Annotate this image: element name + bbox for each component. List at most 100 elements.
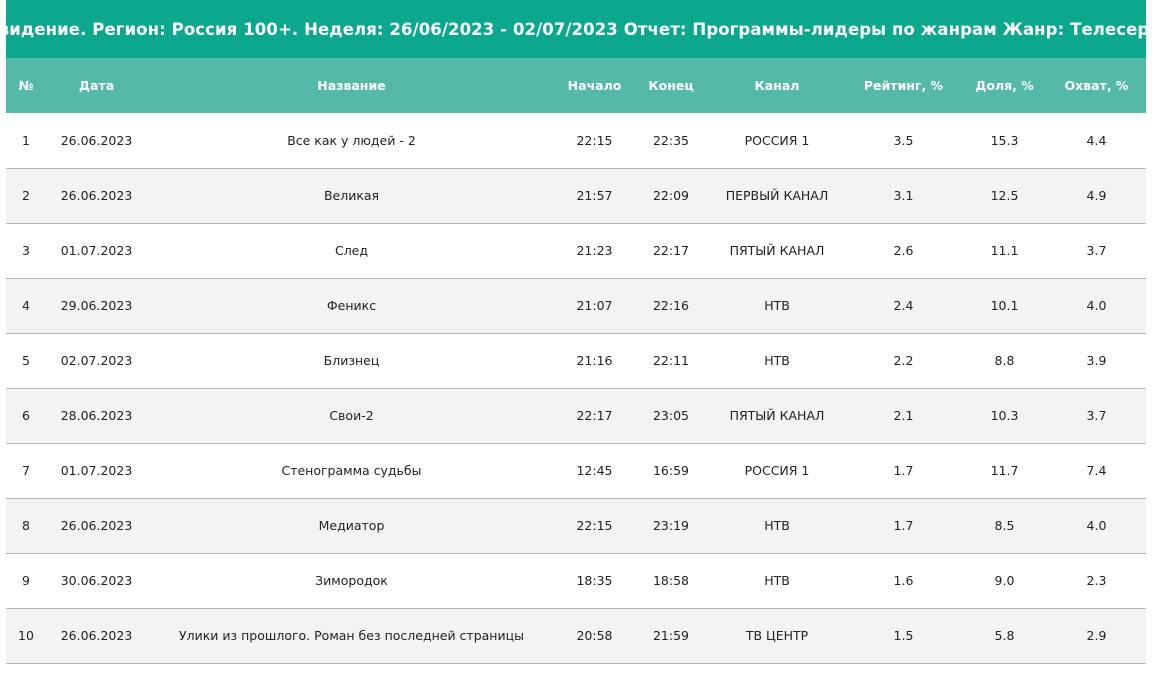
header-col-rating[interactable]: Рейтинг, % bbox=[845, 58, 962, 113]
cell-col-start: 22:17 bbox=[576, 408, 613, 423]
table-row: 7 01.07.2023 Стенограмма судьбы 12:45 16:59 Р… bbox=[6, 443, 1146, 498]
table-row: 5 02.07.2023 Близнец 21:16 22:11 НТВ 2.2 8.8 3.9 bbox=[6, 333, 1146, 388]
cell-col-number: 6 bbox=[22, 408, 30, 423]
header-col-channel[interactable]: Канал bbox=[709, 58, 845, 113]
cell-col-name: Феникс bbox=[326, 298, 377, 313]
cell-col-channel: НТВ bbox=[764, 353, 790, 368]
cell-col-start: 21:16 bbox=[576, 353, 613, 368]
cell-col-channel: РОССИЯ 1 bbox=[744, 463, 810, 478]
cell-col-date: 28.06.2023 bbox=[60, 408, 133, 423]
header-col-name[interactable]: Название bbox=[147, 58, 556, 113]
cell-col-name: Великая bbox=[323, 188, 380, 203]
table-row: 10 26.06.2023 Улики из прошлого. Роман без… bbox=[6, 608, 1146, 663]
table-row: 1 26.06.2023 Все как у людей - 2 22:15 22:35… bbox=[6, 113, 1146, 168]
cell-col-reach: 3.9 bbox=[1086, 353, 1107, 368]
cell-col-start: 21:23 bbox=[576, 243, 613, 258]
cell-col-end: 16:59 bbox=[652, 463, 690, 478]
cell-col-end: 18:58 bbox=[652, 573, 690, 588]
cell-col-number: 7 bbox=[22, 463, 30, 478]
report-panel: Телевидение. Регион: Россия 100+. Неделя… bbox=[0, 0, 1165, 664]
header-col-start[interactable]: Начало bbox=[556, 58, 633, 113]
cell-col-number: 3 bbox=[22, 243, 30, 258]
cell-col-reach: 7.4 bbox=[1086, 463, 1107, 478]
cell-col-date: 30.06.2023 bbox=[60, 573, 133, 588]
cell-col-channel: ПЯТЫЙ КАНАЛ bbox=[729, 243, 825, 258]
cell-col-share: 12.5 bbox=[990, 188, 1019, 203]
header-row: № Дата Название Начало Конец Канал Рейтинг, % Д… bbox=[6, 58, 1146, 113]
cell-col-end: 22:16 bbox=[652, 298, 690, 313]
report-title: Телевидение. Регион: Россия 100+. Неделя… bbox=[0, 0, 1165, 58]
table-header: № Дата Название Начало Конец Канал Рейтинг, % Д… bbox=[6, 58, 1146, 113]
cell-col-date: 01.07.2023 bbox=[60, 463, 133, 478]
cell-col-rating: 3.5 bbox=[893, 132, 914, 148]
cell-col-end: 23:19 bbox=[652, 518, 690, 533]
cell-col-start: 20:58 bbox=[576, 628, 613, 643]
header-col-reach[interactable]: Охват, % bbox=[1047, 58, 1146, 113]
cell-col-number: 2 bbox=[22, 188, 30, 203]
header-col-end[interactable]: Конец bbox=[633, 58, 709, 113]
cell-col-reach: 2.9 bbox=[1086, 628, 1107, 643]
cell-col-name: Стенограмма судьбы bbox=[281, 463, 422, 478]
table-row: 2 26.06.2023 Великая 21:57 22:09 ПЕРВЫЙ КАНАЛ… bbox=[6, 168, 1146, 223]
cell-col-share: 5.8 bbox=[994, 628, 1015, 643]
table-row: 9 30.06.2023 Зимородок 18:35 18:58 НТВ 1.6 9.0 2… bbox=[6, 553, 1146, 608]
cell-col-name: Все как у людей - 2 bbox=[287, 132, 416, 148]
cell-col-channel: ПЕРВЫЙ КАНАЛ bbox=[725, 188, 829, 203]
cell-col-start: 18:35 bbox=[576, 573, 613, 588]
cell-col-number: 9 bbox=[22, 573, 30, 588]
cell-col-start: 22:15 bbox=[576, 132, 613, 148]
cell-col-date: 01.07.2023 bbox=[60, 243, 133, 258]
cell-col-name: Свои-2 bbox=[329, 408, 374, 423]
cell-col-end: 23:05 bbox=[652, 408, 690, 423]
cell-col-name: Медиатор bbox=[318, 518, 385, 533]
cell-col-number: 4 bbox=[22, 298, 30, 313]
table-body: 1 26.06.2023 Все как у людей - 2 22:15 22:35… bbox=[6, 113, 1146, 663]
cell-col-share: 8.5 bbox=[994, 518, 1015, 533]
cell-col-channel: НТВ bbox=[764, 573, 790, 588]
cell-col-channel: ТВ ЦЕНТР bbox=[745, 628, 809, 643]
cell-col-date: 02.07.2023 bbox=[60, 353, 133, 368]
cell-col-number: 5 bbox=[22, 353, 30, 368]
header-col-number[interactable]: № bbox=[6, 58, 46, 113]
cell-col-reach: 3.7 bbox=[1086, 408, 1107, 423]
cell-col-reach: 3.7 bbox=[1086, 243, 1107, 258]
cell-col-end: 22:35 bbox=[652, 132, 690, 148]
leaders-table: № Дата Название Начало Конец Канал Рейтинг, % Д… bbox=[6, 58, 1146, 664]
cell-col-share: 9.0 bbox=[994, 573, 1015, 588]
cell-col-reach: 2.3 bbox=[1086, 573, 1107, 588]
cell-col-rating: 2.2 bbox=[893, 353, 914, 368]
cell-col-rating: 3.1 bbox=[893, 188, 914, 203]
cell-col-share: 11.7 bbox=[990, 463, 1019, 478]
cell-col-rating: 2.1 bbox=[893, 408, 914, 423]
header-col-date[interactable]: Дата bbox=[46, 58, 147, 113]
cell-col-date: 26.06.2023 bbox=[60, 132, 133, 148]
cell-col-name: Улики из прошлого. Роман без последней с… bbox=[179, 628, 524, 643]
cell-col-date: 29.06.2023 bbox=[60, 298, 133, 313]
cell-col-reach: 4.0 bbox=[1086, 298, 1107, 313]
cell-col-share: 15.3 bbox=[990, 132, 1019, 148]
cell-col-date: 26.06.2023 bbox=[60, 628, 133, 643]
cell-col-end: 21:59 bbox=[652, 628, 690, 643]
cell-col-share: 8.8 bbox=[994, 353, 1015, 368]
cell-col-share: 10.3 bbox=[990, 408, 1019, 423]
cell-col-number: 1 bbox=[22, 132, 30, 148]
cell-col-date: 26.06.2023 bbox=[60, 188, 133, 203]
cell-col-share: 11.1 bbox=[990, 243, 1019, 258]
cell-col-rating: 2.6 bbox=[893, 243, 914, 258]
cell-col-date: 26.06.2023 bbox=[60, 518, 133, 533]
cell-col-end: 22:17 bbox=[652, 243, 690, 258]
cell-col-start: 21:57 bbox=[576, 188, 613, 203]
cell-col-number: 8 bbox=[22, 518, 30, 533]
cell-col-channel: НТВ bbox=[764, 518, 790, 533]
cell-col-name: Зимородок bbox=[315, 573, 388, 588]
cell-col-reach: 4.4 bbox=[1086, 132, 1107, 148]
cell-col-name: Близнец bbox=[323, 353, 380, 368]
cell-col-share: 10.1 bbox=[990, 298, 1019, 313]
header-col-share[interactable]: Доля, % bbox=[962, 58, 1047, 113]
cell-col-rating: 1.5 bbox=[893, 628, 914, 643]
cell-col-channel: НТВ bbox=[764, 298, 790, 313]
cell-col-rating: 2.4 bbox=[893, 298, 914, 313]
cell-col-rating: 1.7 bbox=[893, 518, 914, 533]
cell-col-end: 22:11 bbox=[652, 353, 690, 368]
table-row: 6 28.06.2023 Свои-2 22:17 23:05 ПЯТЫЙ КАНАЛ 2.… bbox=[6, 388, 1146, 443]
